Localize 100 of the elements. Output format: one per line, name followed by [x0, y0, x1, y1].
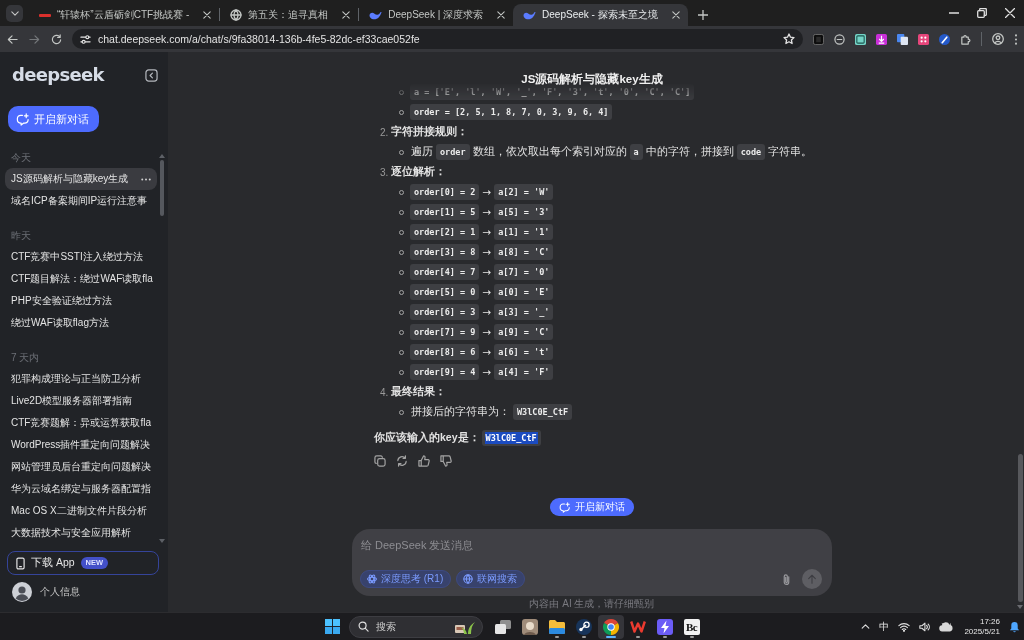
- wifi-icon[interactable]: [898, 621, 911, 632]
- chat-history-item[interactable]: Live2D模型服务器部署指南: [5, 390, 157, 412]
- pen-icon[interactable]: [939, 33, 950, 45]
- browser-tab[interactable]: DeepSeek | 深度求索: [359, 4, 514, 26]
- chat-history-item[interactable]: 大数据技术与安全应用解析: [5, 522, 157, 544]
- folder-icon: [548, 619, 565, 634]
- answer-label: 你应该输入的key是：: [374, 431, 480, 445]
- new-chat-button[interactable]: 开启新对话: [550, 498, 634, 516]
- browser-tab[interactable]: “轩辕杯”云盾砺剑CTF挑战赛 -: [29, 4, 220, 26]
- taskbar-button[interactable]: Bc: [678, 614, 705, 639]
- chat-history-item[interactable]: CTF题目解法：绕过WAF读取fla: [5, 268, 157, 290]
- message-input[interactable]: 给 DeepSeek 发送消息 深度思考 (R1) 联网搜索: [352, 529, 832, 596]
- more-icon[interactable]: [141, 177, 151, 181]
- chat-history-item[interactable]: 域名ICP备案期间IP运行注意事: [5, 190, 157, 212]
- restore-icon[interactable]: [977, 8, 987, 18]
- square-icon[interactable]: [813, 33, 824, 45]
- chat-plus-icon: [16, 112, 29, 126]
- new-chat-button[interactable]: 开启新对话: [8, 106, 99, 132]
- triangle-down-icon[interactable]: [1017, 605, 1023, 609]
- site-settings-icon[interactable]: [80, 33, 91, 45]
- clock-time[interactable]: 17:26: [979, 616, 1000, 627]
- whale-icon: [523, 10, 537, 20]
- cloud-icon[interactable]: [939, 621, 954, 632]
- chat-history-item[interactable]: CTF竞赛中SSTI注入绕过方法: [5, 246, 157, 268]
- search-icon: [357, 621, 369, 632]
- puzzle-icon[interactable]: [960, 33, 971, 45]
- list-item-text: order[1] = 5 → a[5] = '3': [410, 204, 556, 220]
- tab-search-button[interactable]: [6, 5, 23, 22]
- arrow-up-icon: [807, 574, 817, 584]
- close-icon[interactable]: [1005, 8, 1015, 18]
- download-icon[interactable]: [876, 33, 887, 45]
- task-view-icon: [494, 619, 511, 634]
- list-item-text: order[0] = 2 → a[2] = 'W': [410, 184, 556, 200]
- scrollbar-thumb[interactable]: [160, 160, 164, 216]
- thumbs-down-icon[interactable]: [440, 455, 452, 467]
- volume-icon[interactable]: [919, 621, 931, 632]
- chat-history-item[interactable]: 绕过WAF读取flag方法: [5, 312, 157, 334]
- profile-icon[interactable]: [992, 33, 1004, 45]
- list-item-text: 拼接后的字符串为： W3lC0E_CtF: [410, 404, 575, 420]
- list-item-text: order[8] = 6 → a[6] = 't': [410, 344, 556, 360]
- chat-history-item[interactable]: 网站管理员后台重定向问题解决: [5, 456, 157, 478]
- history-section-label: 7 天内: [10, 352, 41, 364]
- input-method-indicator[interactable]: 中: [879, 619, 890, 634]
- history-section-label: 昨天: [10, 230, 32, 242]
- windows-icon[interactable]: [325, 619, 340, 634]
- toggle-button[interactable]: 深度思考 (R1): [360, 570, 452, 588]
- overlapping-squares-icon[interactable]: [897, 33, 908, 45]
- address-bar[interactable]: chat.deepseek.com/a/chat/s/9fa38014-136b-4fe5-82dc-ef33cae052fe: [72, 29, 803, 49]
- chat-history-item[interactable]: CTF竞赛题解：异或运算获取fla: [5, 412, 157, 434]
- browser-tab[interactable]: DeepSeek - 探索未至之境: [513, 4, 688, 26]
- reload-icon[interactable]: [50, 33, 62, 45]
- chat-history-item[interactable]: 华为云域名绑定与服务器配置指: [5, 478, 157, 500]
- clock-date[interactable]: 2025/5/21: [964, 626, 1000, 637]
- back-icon[interactable]: [6, 33, 18, 45]
- globe-icon: [463, 574, 474, 584]
- forward-icon[interactable]: [28, 33, 40, 45]
- chevron-up-icon[interactable]: [861, 624, 871, 629]
- minus-circle-icon[interactable]: [834, 33, 845, 45]
- close-icon[interactable]: [203, 11, 212, 19]
- refresh-icon[interactable]: [396, 455, 408, 467]
- chat-title: JS源码解析与隐藏key生成: [521, 73, 663, 86]
- chat-history-item[interactable]: WordPress插件重定向问题解决: [5, 434, 157, 456]
- thumbs-up-icon[interactable]: [418, 455, 430, 467]
- paperclip-icon[interactable]: [782, 572, 791, 586]
- chat-history-item[interactable]: 犯罪构成理论与正当防卫分析: [5, 368, 157, 390]
- taskbar-button[interactable]: [597, 614, 624, 639]
- key-value: W3lC0E_CtF: [484, 432, 538, 444]
- globe-icon: [230, 9, 243, 21]
- dots-tile-icon[interactable]: [918, 33, 929, 45]
- zigzag-icon: [629, 620, 646, 633]
- linked-circles-icon: [575, 618, 592, 635]
- close-icon[interactable]: [671, 11, 680, 19]
- list-number: 2.: [380, 126, 390, 138]
- profile-label[interactable]: 个人信息: [40, 585, 80, 599]
- tile-icon[interactable]: [855, 33, 866, 45]
- toggle-button[interactable]: 联网搜索: [456, 570, 526, 588]
- triangle-up-icon[interactable]: [159, 154, 165, 158]
- star-icon[interactable]: [783, 33, 795, 45]
- list-number: 4.: [380, 386, 390, 398]
- browser-tab[interactable]: 第五关：追寻真相: [220, 4, 359, 26]
- close-icon[interactable]: [342, 11, 351, 19]
- chat-history-item[interactable]: Mac OS X二进制文件片段分析: [5, 500, 157, 522]
- bell-icon[interactable]: [1009, 620, 1020, 633]
- chat-history-item[interactable]: JS源码解析与隐藏key生成: [5, 168, 157, 190]
- browser-icon: [602, 618, 619, 635]
- copy-icon[interactable]: [374, 455, 386, 467]
- scrollbar-thumb[interactable]: [1017, 454, 1023, 602]
- list-item-text: order[6] = 3 → a[3] = '_': [410, 304, 556, 320]
- menu-icon[interactable]: [1014, 33, 1018, 45]
- list-item-text: order[9] = 4 → a[4] = 'F': [410, 364, 556, 380]
- search-field[interactable]: 搜索: [348, 615, 483, 638]
- avatar-icon[interactable]: [12, 582, 32, 602]
- code-snippet: a = ['E', 'l', 'W', '_', 'F', '3', 't', '0', 'C', 'C']: [410, 84, 697, 100]
- chat-history-item[interactable]: PHP安全验证绕过方法: [5, 290, 157, 312]
- plus-icon[interactable]: [697, 10, 708, 20]
- list-number: 3.: [380, 166, 390, 178]
- close-icon[interactable]: [497, 11, 506, 19]
- sidebar-toggle-icon[interactable]: [145, 68, 158, 82]
- plant-icon: [453, 619, 476, 634]
- triangle-down-icon[interactable]: [159, 539, 165, 543]
